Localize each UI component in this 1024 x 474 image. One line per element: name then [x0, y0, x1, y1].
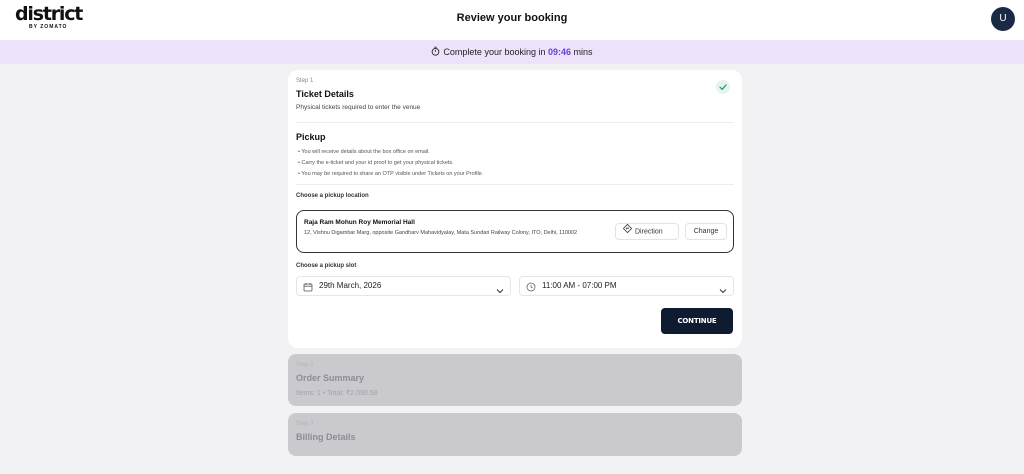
instruction-item: You may be required to share an OTP visi…: [298, 169, 483, 180]
direction-label: Direction: [635, 228, 663, 236]
section-divider: [296, 122, 734, 123]
timer-suffix: mins: [573, 47, 593, 57]
instruction-item: You will receive details about the box o…: [298, 147, 483, 158]
instruction-item: Carry the e-ticket and your id proof to …: [298, 158, 483, 169]
venue-address: 12, Vishnu Digambar Marg, opposite Gandh…: [304, 230, 578, 236]
selected-date: 29th March, 2026: [319, 281, 382, 290]
pickup-location-label: Choose a pickup location: [296, 193, 369, 199]
step-3-label: Step 3: [296, 421, 314, 427]
pickup-instructions: You will receive details about the box o…: [298, 147, 483, 180]
change-location-button[interactable]: Change: [685, 223, 727, 240]
direction-button[interactable]: Direction: [615, 223, 679, 240]
section-divider: [296, 184, 734, 185]
chevron-down-icon: [719, 283, 727, 301]
ticket-details-card: Step 1 Ticket Details Physical tickets r…: [288, 70, 742, 348]
check-icon: [716, 80, 730, 94]
continue-button[interactable]: CONTINUE: [661, 308, 733, 334]
step-1-title: Ticket Details: [296, 89, 354, 99]
pickup-location-card[interactable]: Raja Ram Mohun Roy Memorial Hall 12, Vis…: [296, 210, 734, 253]
step-3-title: Billing Details: [296, 432, 356, 442]
pickup-date-select[interactable]: 29th March, 2026: [296, 276, 511, 296]
pickup-heading: Pickup: [296, 132, 326, 142]
billing-details-card[interactable]: Step 3 Billing Details: [288, 413, 742, 456]
selected-time-slot: 11:00 AM - 07:00 PM: [542, 281, 617, 290]
order-summary-card[interactable]: Step 2 Order Summary Items: 1 • Total: ₹…: [288, 354, 742, 406]
direction-icon: [622, 223, 633, 239]
pickup-slot-label: Choose a pickup slot: [296, 263, 357, 269]
step-2-label: Step 2: [296, 362, 314, 368]
venue-name: Raja Ram Mohun Roy Memorial Hall: [304, 219, 415, 226]
page-title: Review your booking: [456, 12, 568, 24]
step-2-title: Order Summary: [296, 373, 365, 383]
step-1-label: Step 1: [296, 78, 314, 84]
chevron-down-icon: [496, 283, 504, 301]
pickup-time-select[interactable]: 11:00 AM - 07:00 PM: [519, 276, 734, 296]
clock-icon: [526, 281, 536, 299]
order-summary-total: Items: 1 • Total: ₹2,090.58: [296, 390, 378, 397]
step-1-description: Physical tickets required to enter the v…: [296, 104, 421, 111]
booking-timer-banner: Complete your booking in 09:46 mins: [0, 40, 1024, 64]
user-avatar[interactable]: U: [991, 7, 1015, 31]
calendar-icon: [303, 281, 313, 299]
stopwatch-icon: [431, 41, 440, 65]
timer-countdown: 09:46: [548, 47, 572, 57]
top-header: district BY ZOMATO Review your booking U: [0, 0, 1024, 40]
timer-prefix: Complete your booking in: [443, 47, 546, 57]
